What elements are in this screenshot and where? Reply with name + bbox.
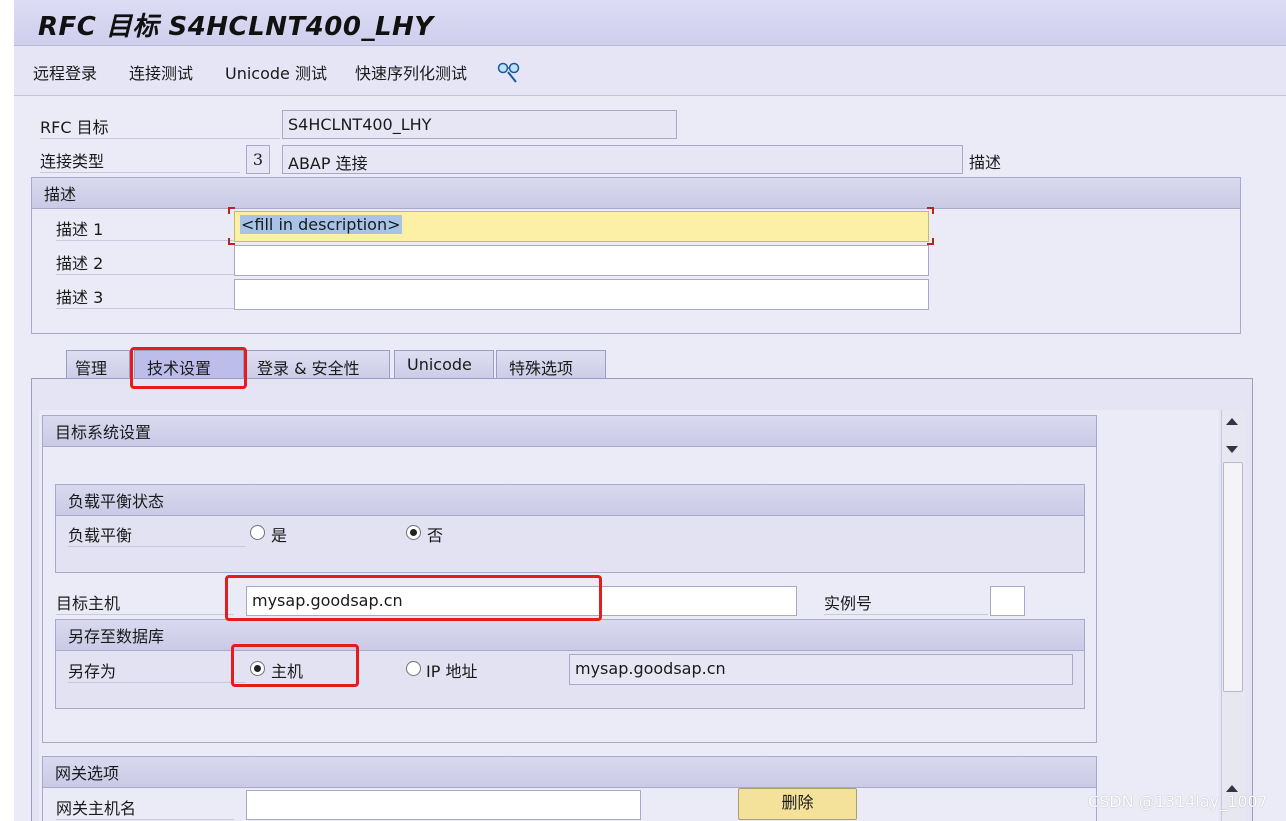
delete-button[interactable]: 删除 xyxy=(738,788,857,820)
save-as-value-field: mysap.goodsap.cn xyxy=(569,654,1073,685)
tab-logon-security[interactable]: 登录 & 安全性 xyxy=(244,350,390,380)
description-group-title: 描述 xyxy=(32,178,1240,209)
gateway-group-title: 网关选项 xyxy=(43,757,1096,788)
annotation-savehost-highlight xyxy=(231,644,359,687)
load-balance-no-radio[interactable] xyxy=(406,525,421,540)
tab-unicode[interactable]: Unicode xyxy=(394,350,494,380)
connection-type-label: 连接类型 xyxy=(40,148,240,173)
load-balance-no-label: 否 xyxy=(427,526,444,545)
watermark: CSDN @1314lay_1007 xyxy=(1088,792,1268,811)
gateway-host-label: 网关主机名 xyxy=(56,795,234,820)
desc2-label: 描述 2 xyxy=(56,250,234,275)
desc2-input[interactable] xyxy=(234,245,929,276)
desc1-label: 描述 1 xyxy=(56,216,234,241)
annotation-host-highlight xyxy=(225,575,602,621)
target-host-label: 目标主机 xyxy=(56,590,234,615)
scroll-bottom-up-arrow-icon[interactable] xyxy=(1226,785,1238,792)
load-balance-group-title: 负载平衡状态 xyxy=(56,485,1084,516)
instance-no-input[interactable] xyxy=(990,586,1025,616)
radio-selected-dot xyxy=(410,529,417,536)
instance-no-label: 实例号 xyxy=(824,590,988,615)
scroll-down-arrow-icon[interactable] xyxy=(1226,446,1238,453)
scroll-up-arrow-icon[interactable] xyxy=(1226,418,1238,425)
save-as-label: 另存为 xyxy=(68,658,246,683)
tab-administration[interactable]: 管理 xyxy=(66,350,130,380)
desc3-label: 描述 3 xyxy=(56,284,234,309)
save-as-ip-radio[interactable] xyxy=(406,661,421,676)
connection-type-code-field[interactable]: 3 xyxy=(246,145,270,174)
target-system-group-title: 目标系统设置 xyxy=(43,416,1096,447)
scrollbar-thumb[interactable] xyxy=(1223,462,1243,692)
glasses-icon[interactable] xyxy=(496,58,522,84)
load-balance-yes-label: 是 xyxy=(271,526,288,545)
save-as-ip-label: IP 地址 xyxy=(426,662,478,681)
focus-corner-tl xyxy=(228,207,235,214)
window-title: RFC 目标 S4HCLNT400_LHY xyxy=(38,12,434,42)
load-balance-yes-radio[interactable] xyxy=(250,525,265,540)
desc3-input[interactable] xyxy=(234,279,929,310)
desc1-input[interactable]: <fill in description> xyxy=(234,211,929,242)
load-balance-label: 负载平衡 xyxy=(68,522,246,547)
focus-corner-br xyxy=(927,238,934,245)
rfc-destination-label: RFC 目标 xyxy=(40,114,280,139)
unicode-test-button[interactable]: Unicode 测试 xyxy=(225,60,327,84)
fast-serialization-test-button[interactable]: 快速序列化测试 xyxy=(355,60,467,84)
focus-corner-bl xyxy=(228,238,235,245)
gateway-host-input[interactable] xyxy=(246,790,641,820)
focus-corner-tr xyxy=(927,207,934,214)
application-toolbar xyxy=(14,46,1286,96)
tab-special-options[interactable]: 特殊选项 xyxy=(496,350,606,380)
description-link[interactable]: 描述 xyxy=(969,149,1001,173)
connection-test-button[interactable]: 连接测试 xyxy=(129,60,193,84)
annotation-tab-highlight xyxy=(130,347,247,389)
rfc-destination-field: S4HCLNT400_LHY xyxy=(282,110,677,139)
save-db-group-title: 另存至数据库 xyxy=(56,620,1084,651)
connection-type-field: ABAP 连接 xyxy=(282,145,963,174)
remote-login-button[interactable]: 远程登录 xyxy=(33,60,97,84)
desc1-value: <fill in description> xyxy=(240,215,402,234)
